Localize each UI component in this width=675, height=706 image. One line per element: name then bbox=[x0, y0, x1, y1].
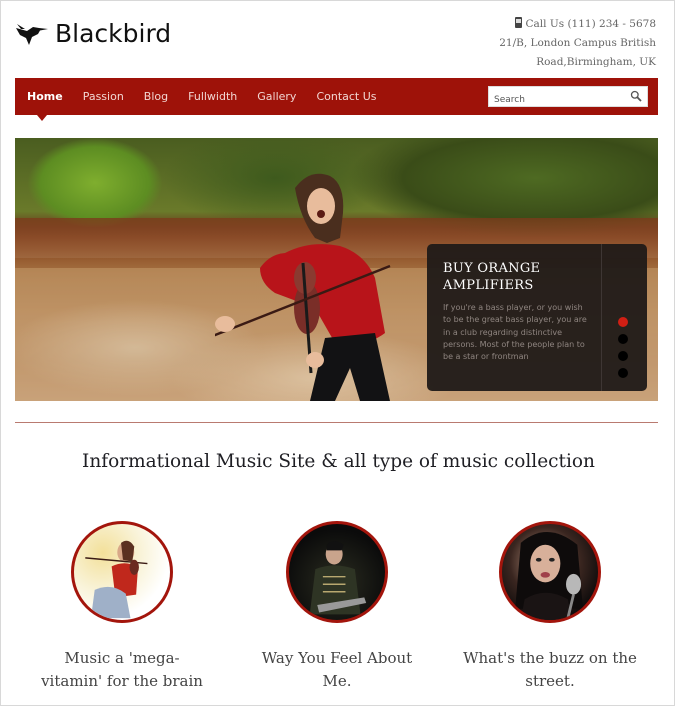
site-name: Blackbird bbox=[55, 19, 172, 48]
site-tagline: Informational Music Site & all type of m… bbox=[82, 451, 595, 472]
nav-item-gallery[interactable]: Gallery bbox=[247, 90, 306, 103]
search-input[interactable] bbox=[489, 90, 621, 110]
feature-card: Way You Feel About Me. bbox=[237, 521, 437, 693]
hero-slider[interactable]: BUY ORANGE AMPLIFIERS If you're a bass p… bbox=[15, 138, 658, 401]
slide-pagination bbox=[618, 317, 630, 385]
slide-title[interactable]: BUY ORANGE AMPLIFIERS bbox=[443, 260, 593, 294]
feature-title[interactable]: What's the buzz on the street. bbox=[450, 647, 650, 693]
nav-item-contact-us[interactable]: Contact Us bbox=[306, 90, 386, 103]
address-line-2: Road,Birmingham, UK bbox=[536, 56, 656, 68]
slide-dot-2[interactable] bbox=[618, 334, 628, 344]
site-logo[interactable]: Blackbird bbox=[15, 19, 171, 48]
hummingbird-icon bbox=[16, 23, 48, 45]
features-section: Music a 'mega-vitamin' for the brain Way… bbox=[1, 521, 675, 701]
guitarist-thumbnail[interactable] bbox=[286, 521, 388, 623]
violinist-thumbnail[interactable] bbox=[71, 521, 173, 623]
nav-item-passion[interactable]: Passion bbox=[73, 90, 134, 103]
slide-description: If you're a bass player, or you wish to … bbox=[443, 303, 587, 362]
slide-caption: BUY ORANGE AMPLIFIERS If you're a bass p… bbox=[427, 244, 647, 391]
section-divider bbox=[15, 422, 658, 423]
singer-thumbnail[interactable] bbox=[499, 521, 601, 623]
caption-divider bbox=[601, 244, 602, 391]
nav-item-home[interactable]: Home bbox=[15, 90, 73, 103]
nav-item-fullwidth[interactable]: Fullwidth bbox=[178, 90, 247, 103]
slide-dot-3[interactable] bbox=[618, 351, 628, 361]
violinist-slide-image bbox=[215, 173, 391, 401]
address-line-1: 21/B, London Campus British bbox=[499, 37, 656, 49]
feature-card: What's the buzz on the street. bbox=[450, 521, 650, 693]
phone-line: Call Us (111) 234 - 5678 bbox=[499, 15, 656, 34]
feature-title[interactable]: Music a 'mega-vitamin' for the brain bbox=[22, 647, 222, 693]
feature-card: Music a 'mega-vitamin' for the brain bbox=[22, 521, 222, 693]
search-box bbox=[488, 86, 648, 110]
phone-number: Call Us (111) 234 - 5678 bbox=[525, 18, 656, 30]
slide-dot-1[interactable] bbox=[618, 317, 628, 327]
nav-item-blog[interactable]: Blog bbox=[134, 90, 178, 103]
mobile-phone-icon bbox=[514, 17, 522, 28]
active-nav-indicator bbox=[37, 115, 47, 121]
site-header: Blackbird Call Us (111) 234 - 5678 21/B,… bbox=[1, 1, 675, 77]
slide-dot-4[interactable] bbox=[618, 368, 628, 378]
search-icon[interactable] bbox=[630, 90, 642, 102]
contact-info: Call Us (111) 234 - 5678 21/B, London Ca… bbox=[499, 15, 656, 72]
main-navigation: Home Passion Blog Fullwidth Gallery Cont… bbox=[15, 78, 658, 121]
feature-title[interactable]: Way You Feel About Me. bbox=[237, 647, 437, 693]
